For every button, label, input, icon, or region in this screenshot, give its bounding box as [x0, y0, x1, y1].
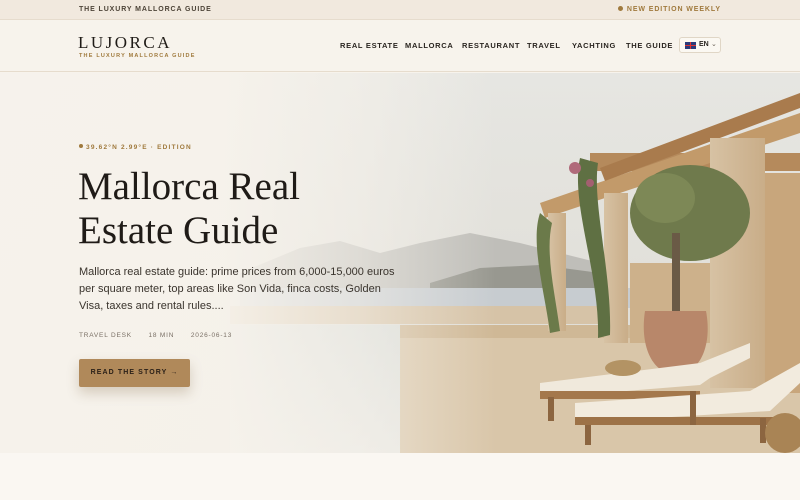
- hero-title: Mallorca Real Estate Guide: [78, 165, 408, 253]
- hero-gradient-overlay: [0, 73, 800, 453]
- new-edition-text: NEW EDITION WEEKLY: [626, 6, 721, 13]
- edition-label: 39.62°N 2.99°E · EDITION: [79, 144, 192, 151]
- nav-item-the-guide[interactable]: THE GUIDE: [626, 41, 673, 50]
- nav-item-travel[interactable]: TRAVEL: [527, 41, 561, 50]
- language-selector[interactable]: EN ⌄: [679, 37, 721, 53]
- hero-title-line-1: Mallorca Real: [78, 165, 300, 208]
- hero-title-line-2: Estate Guide: [78, 209, 279, 252]
- site-logo[interactable]: LUJORCA: [78, 33, 172, 53]
- nav-item-restaurant[interactable]: RESTAURANT: [462, 41, 520, 50]
- read-the-story-button[interactable]: READ THE STORY →: [79, 359, 190, 387]
- edition-dot-icon: [79, 144, 83, 148]
- meta-date: 2026-06-13: [190, 332, 233, 339]
- status-dot-icon: [617, 6, 623, 11]
- uk-flag-icon: [685, 42, 696, 49]
- language-code: EN: [699, 41, 709, 48]
- hero-section: 39.62°N 2.99°E · EDITION Mallorca Real E…: [0, 73, 800, 453]
- article-meta: TRAVEL DESK 18 MIN 2026-06-13: [79, 332, 246, 339]
- chevron-down-icon: ⌄: [711, 41, 717, 48]
- nav-item-real-estate[interactable]: REAL ESTATE: [340, 41, 399, 50]
- page-bottom-area: [0, 453, 800, 500]
- hero-description: Mallorca real estate guide: prime prices…: [79, 266, 395, 312]
- nav-item-mallorca[interactable]: MALLORCA: [405, 41, 454, 50]
- site-tagline: THE LUXURY MALLORCA GUIDE: [79, 53, 196, 59]
- nav-item-yachting[interactable]: YACHTING: [572, 41, 616, 50]
- announcement-left-text: THE LUXURY MALLORCA GUIDE: [79, 6, 212, 13]
- announcement-right-text: NEW EDITION WEEKLY: [617, 6, 721, 13]
- edition-text: 39.62°N 2.99°E · EDITION: [86, 144, 192, 151]
- site-header: LUJORCA THE LUXURY MALLORCA GUIDE REAL E…: [0, 20, 800, 72]
- top-announcement-bar: THE LUXURY MALLORCA GUIDE NEW EDITION WE…: [0, 0, 800, 20]
- meta-author: TRAVEL DESK: [79, 332, 132, 339]
- meta-read-time: 18 MIN: [148, 332, 175, 339]
